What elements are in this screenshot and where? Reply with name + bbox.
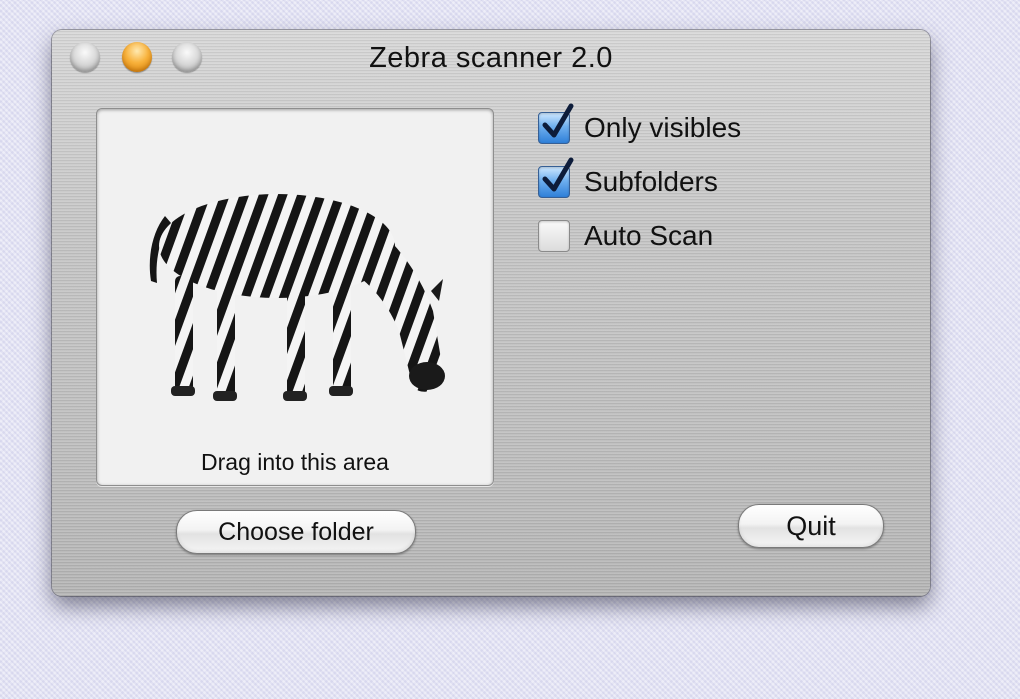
checkmark-icon xyxy=(542,103,574,138)
checkmark-icon xyxy=(542,157,574,192)
option-subfolders[interactable]: Subfolders xyxy=(538,157,718,202)
quit-button[interactable]: Quit xyxy=(738,504,884,548)
title-bar[interactable]: Zebra scanner 2.0 xyxy=(52,30,930,88)
app-window: Zebra scanner 2.0 Drag into this area On… xyxy=(52,30,930,596)
drop-area[interactable]: Drag into this area xyxy=(96,108,494,486)
option-only-visibles[interactable]: Only visibles xyxy=(538,103,742,148)
option-auto-scan[interactable]: Auto Scan xyxy=(538,216,713,256)
choose-folder-button[interactable]: Choose folder xyxy=(176,510,416,554)
subfolders-label: Subfolders xyxy=(584,166,718,197)
zebra-icon xyxy=(149,194,445,401)
only-visibles-checkbox[interactable] xyxy=(538,103,574,144)
drop-area-label: Drag into this area xyxy=(201,449,389,475)
auto-scan-checkbox[interactable] xyxy=(538,220,570,252)
auto-scan-label: Auto Scan xyxy=(584,220,714,251)
window-title: Zebra scanner 2.0 xyxy=(369,42,613,74)
subfolders-checkbox[interactable] xyxy=(538,157,574,198)
only-visibles-label: Only visibles xyxy=(584,112,742,143)
